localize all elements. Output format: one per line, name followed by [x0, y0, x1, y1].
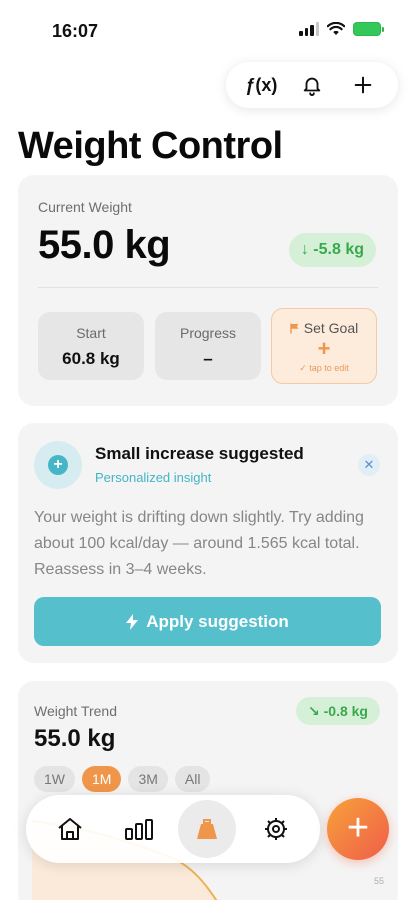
trend-delta-badge: ↘ -0.8 kg — [296, 697, 380, 725]
nav-weight[interactable] — [178, 800, 237, 858]
battery-icon — [353, 22, 384, 36]
apply-suggestion-button[interactable]: Apply suggestion — [34, 597, 381, 646]
goal-plus-icon: + — [317, 336, 331, 361]
nav-stats[interactable] — [110, 800, 168, 858]
range-selector: 1W 1M 3M All — [34, 766, 211, 792]
progress-stat: Progress – — [155, 312, 261, 380]
insight-subtitle: Personalized insight — [95, 470, 212, 485]
set-goal-title: Set Goal — [272, 320, 376, 336]
page-title: Weight Control — [18, 125, 283, 167]
trend-label: Weight Trend — [34, 703, 118, 719]
set-goal-button[interactable]: Set Goal + ✓ tap to edit — [271, 308, 377, 384]
weight-icon — [197, 819, 218, 839]
range-3m[interactable]: 3M — [128, 766, 168, 792]
nav-home[interactable] — [41, 800, 99, 858]
progress-label: Progress — [179, 325, 237, 341]
start-weight-stat: Start 60.8 kg — [38, 312, 144, 380]
bell-icon — [303, 77, 321, 96]
lightning-icon — [126, 613, 139, 630]
settings-icon — [264, 818, 287, 840]
range-all[interactable]: All — [174, 766, 211, 792]
bottom-nav — [26, 795, 320, 863]
set-goal-label: Set Goal — [303, 320, 359, 336]
status-time: 16:07 — [52, 21, 99, 41]
apply-suggestion-label: Apply suggestion — [146, 611, 289, 631]
signal-icon — [299, 22, 319, 36]
insight-title: Small increase suggested — [95, 444, 304, 463]
weight-trend-card: Weight Trend 55.0 kg ↘ -0.8 kg 1W 1M 3M … — [18, 681, 398, 900]
insight-card: + Small increase suggested Personalized … — [18, 423, 398, 663]
current-weight-label: Current Weight — [38, 199, 132, 215]
range-1m[interactable]: 1M — [82, 766, 122, 792]
notifications-button[interactable] — [292, 74, 332, 96]
start-label: Start — [76, 325, 106, 341]
start-value: 60.8 kg — [62, 349, 120, 368]
trend-value: 55.0 kg — [34, 725, 116, 752]
nav-settings[interactable] — [247, 800, 305, 858]
home-icon — [58, 818, 82, 840]
add-entry-fab[interactable]: + — [327, 798, 389, 860]
status-bar: 16:07 — [0, 0, 415, 60]
flag-icon — [290, 323, 299, 333]
add-button[interactable] — [343, 74, 383, 96]
y-tick: 55 — [373, 876, 384, 886]
formula-button[interactable]: ƒ(x) — [241, 75, 281, 96]
insight-body: Your weight is drifting down slightly. T… — [34, 509, 364, 578]
range-1w[interactable]: 1W — [34, 766, 75, 792]
wifi-icon — [327, 22, 345, 35]
top-action-bar: ƒ(x) — [226, 62, 398, 108]
stats-icon — [124, 819, 153, 840]
status-icons — [299, 22, 384, 36]
goal-hint: ✓ tap to edit — [299, 363, 349, 373]
insight-icon: + — [34, 441, 82, 489]
progress-value: – — [203, 349, 213, 368]
current-weight-card: Current Weight 55.0 kg ↓ -5.8 kg Start 6… — [18, 175, 398, 406]
dismiss-insight-button[interactable]: ✕ — [358, 454, 380, 476]
plus-icon — [354, 76, 371, 94]
weight-delta-badge: ↓ -5.8 kg — [288, 233, 376, 267]
divider — [38, 287, 378, 288]
current-weight-value: 55.0 kg — [38, 223, 171, 267]
